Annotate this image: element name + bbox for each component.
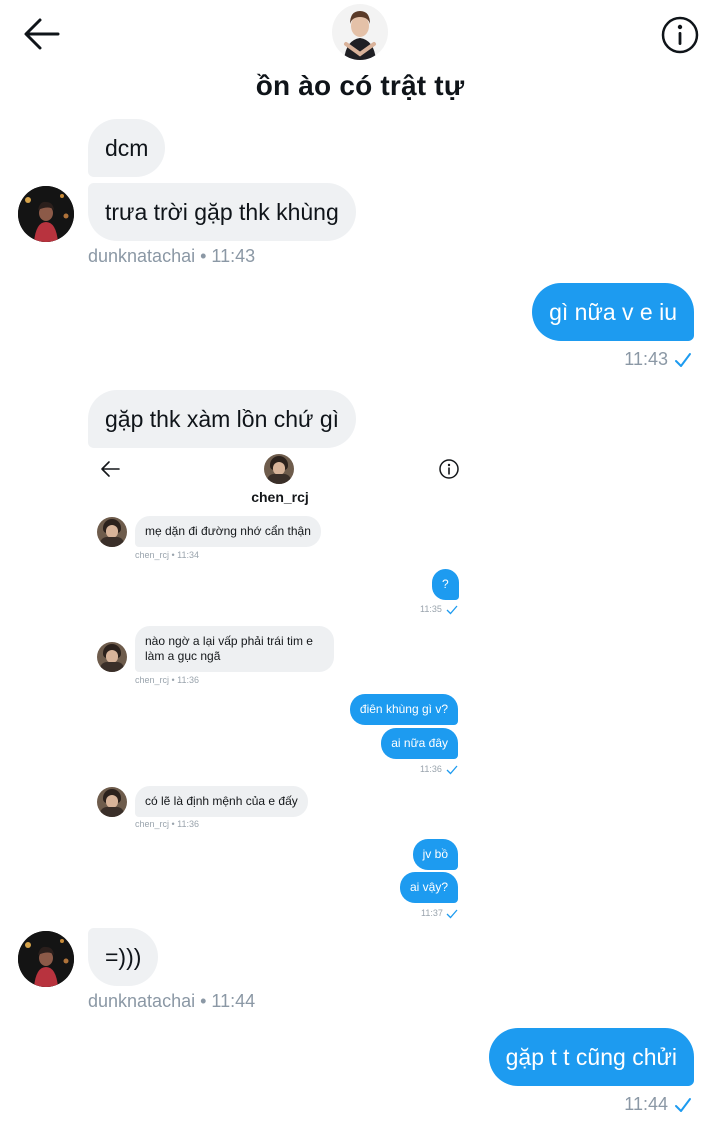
conversation-info-button[interactable] (660, 15, 700, 55)
group-avatar[interactable] (332, 4, 388, 60)
sent-check-icon (446, 765, 458, 775)
sent-check-icon (675, 353, 691, 368)
sent-check-icon (446, 605, 458, 615)
message-bubble-incoming[interactable]: =))) (88, 928, 159, 986)
screenshot-sender-avatar (97, 787, 127, 817)
info-circle-icon (661, 16, 699, 54)
screenshot-message-meta: 11:35 (420, 604, 442, 614)
screenshot-message-outgoing: ai vậy? (399, 872, 458, 903)
message-meta: dunknatachai • 11:44 (88, 991, 256, 1011)
screenshot-message-line: làm a gục ngã (145, 649, 221, 663)
screenshot-header-avatar (264, 454, 294, 484)
screenshot-message-meta: chen_rcj • 11:36 (135, 675, 200, 685)
message-bubble-incoming[interactable]: dcm (88, 119, 166, 177)
screenshot-title: chen_rcj (251, 489, 309, 505)
timestamp: 11:43 (624, 349, 668, 369)
message-meta-outgoing: 11:43 (624, 349, 692, 370)
screenshot-message-incoming: mẹ dặn đi đường nhớ cẩn thận (135, 516, 321, 547)
screenshot-message-meta: 11:36 (420, 764, 442, 774)
person-photo-icon (18, 186, 74, 242)
sender-avatar[interactable] (18, 931, 74, 987)
sent-check-icon (675, 1098, 691, 1113)
screenshot-message-incoming: nào ngờ a lại vấp phải trái tim e làm a … (135, 626, 334, 672)
person-photo-icon (18, 931, 74, 987)
screenshot-message-line: nào ngờ a lại vấp phải trái tim e (145, 634, 313, 648)
message-bubble-outgoing[interactable]: gì nữa v e iu (532, 283, 694, 341)
back-button[interactable] (22, 16, 62, 52)
screenshot-message-incoming: có lẽ là định mệnh của e đấy (135, 786, 308, 817)
screenshot-message-outgoing: điên khùng gì v? (349, 694, 458, 725)
chat-title: ồn ào có trật tự (255, 70, 465, 101)
sender-avatar[interactable] (18, 186, 74, 242)
message-meta: dunknatachai • 11:43 (88, 246, 256, 266)
arrow-left-icon (24, 18, 60, 50)
screenshot-message-outgoing: ai nữa đây (381, 728, 458, 759)
info-circle-icon (439, 459, 459, 479)
screenshot-message-meta: 11:37 (421, 908, 443, 918)
person-heart-hands-icon (332, 4, 388, 60)
timestamp: 11:44 (624, 1094, 668, 1114)
shared-screenshot-image[interactable]: chen_rcj mẹ dặn đi đường nhớ cẩn thận ch… (88, 448, 466, 928)
message-bubble-incoming[interactable]: gặp thk xàm lồn chứ gì (88, 390, 357, 448)
screenshot-message-outgoing: ? (432, 569, 459, 600)
message-bubble-outgoing[interactable]: gặp t t cũng chửi (488, 1028, 694, 1086)
sent-check-icon (446, 909, 458, 919)
screenshot-message-meta: chen_rcj • 11:34 (135, 550, 200, 560)
screenshot-sender-avatar (97, 642, 127, 672)
message-meta-outgoing: 11:44 (624, 1094, 692, 1115)
screenshot-message-outgoing: jv bồ (412, 839, 458, 870)
screenshot-message-meta: chen_rcj • 11:36 (135, 819, 200, 829)
screenshot-sender-avatar (97, 517, 127, 547)
arrow-left-icon (101, 461, 120, 477)
message-bubble-incoming[interactable]: trưa trời gặp thk khùng (88, 183, 356, 241)
